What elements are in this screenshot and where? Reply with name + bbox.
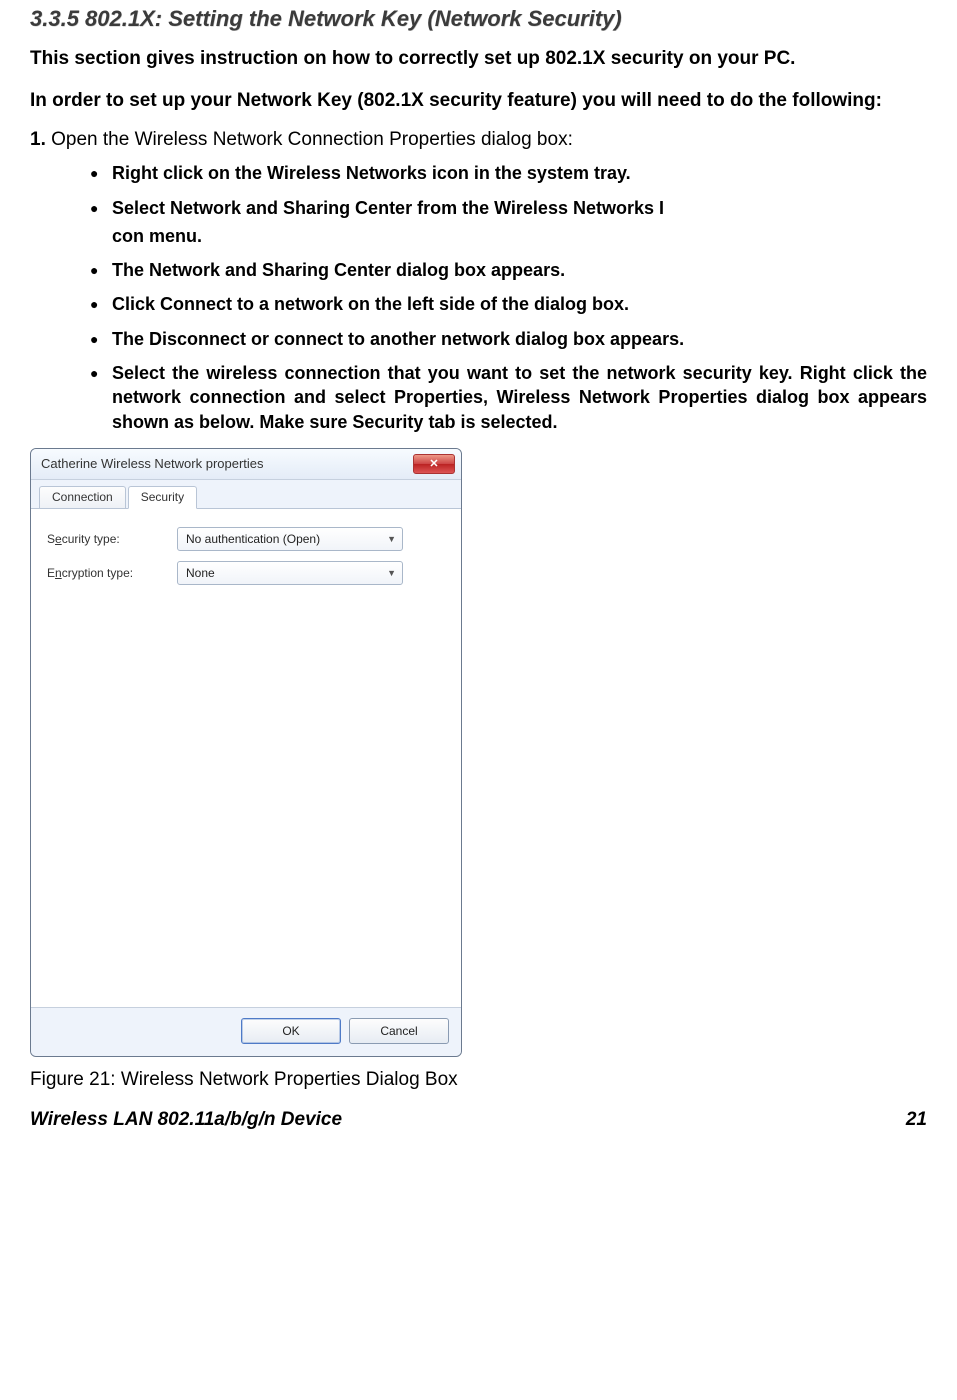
- figure-caption: Figure 21: Wireless Network Properties D…: [30, 1069, 927, 1091]
- step-1: 1. Open the Wireless Network Connection …: [30, 129, 927, 151]
- footer-left: Wireless LAN 802.11a/b/g/n Device: [30, 1109, 342, 1131]
- label-fragment: curity type:: [62, 532, 120, 546]
- dialog-titlebar: Catherine Wireless Network properties ✕: [31, 449, 461, 480]
- label-accelerator: e: [55, 532, 62, 546]
- cancel-button[interactable]: Cancel: [349, 1018, 449, 1044]
- step-text: Open the Wireless Network Connection Pro…: [51, 129, 573, 150]
- close-icon: ✕: [429, 457, 438, 470]
- intro-paragraph-1: This section gives instruction on how to…: [30, 46, 927, 72]
- label-fragment: E: [47, 566, 55, 580]
- dialog-footer: OK Cancel: [31, 1007, 461, 1056]
- label-security-type: Security type:: [47, 532, 177, 546]
- row-security-type: Security type: No authentication (Open) …: [47, 527, 445, 551]
- close-button[interactable]: ✕: [413, 454, 455, 474]
- list-item: The Network and Sharing Center dialog bo…: [90, 258, 927, 282]
- tab-strip: Connection Security: [31, 480, 461, 509]
- footer-page-number: 21: [906, 1109, 927, 1131]
- ok-button[interactable]: OK: [241, 1018, 341, 1044]
- dialog-title: Catherine Wireless Network properties: [41, 456, 264, 471]
- label-fragment: S: [47, 532, 55, 546]
- list-item: Click Connect to a network on the left s…: [90, 292, 927, 316]
- tab-connection[interactable]: Connection: [39, 486, 126, 508]
- combobox-value: No authentication (Open): [186, 532, 320, 546]
- list-item: Right click on the Wireless Networks ico…: [90, 161, 927, 185]
- label-accelerator: n: [55, 566, 62, 580]
- encryption-type-combobox[interactable]: None ▼: [177, 561, 403, 585]
- list-item: Select Network and Sharing Center from t…: [90, 196, 927, 220]
- intro-paragraph-2: In order to set up your Network Key (802…: [30, 88, 927, 114]
- section-heading: 3.3.5 802.1X: Setting the Network Key (N…: [30, 6, 927, 32]
- chevron-down-icon: ▼: [387, 568, 396, 578]
- label-encryption-type: Encryption type:: [47, 566, 177, 580]
- wireless-network-properties-dialog: Catherine Wireless Network properties ✕ …: [30, 448, 462, 1057]
- bullet-list: Right click on the Wireless Networks ico…: [30, 161, 927, 434]
- security-type-combobox[interactable]: No authentication (Open) ▼: [177, 527, 403, 551]
- page-footer: Wireless LAN 802.11a/b/g/n Device 21: [30, 1109, 927, 1131]
- list-item: Select the wireless connection that you …: [90, 361, 927, 434]
- list-item: The Disconnect or connect to another net…: [90, 327, 927, 351]
- row-encryption-type: Encryption type: None ▼: [47, 561, 445, 585]
- step-number: 1.: [30, 129, 46, 150]
- list-item-continuation: con menu.: [90, 224, 927, 248]
- tab-security[interactable]: Security: [128, 486, 197, 509]
- chevron-down-icon: ▼: [387, 534, 396, 544]
- combobox-value: None: [186, 566, 215, 580]
- tab-panel-security: Security type: No authentication (Open) …: [31, 509, 461, 1007]
- label-fragment: cryption type:: [62, 566, 133, 580]
